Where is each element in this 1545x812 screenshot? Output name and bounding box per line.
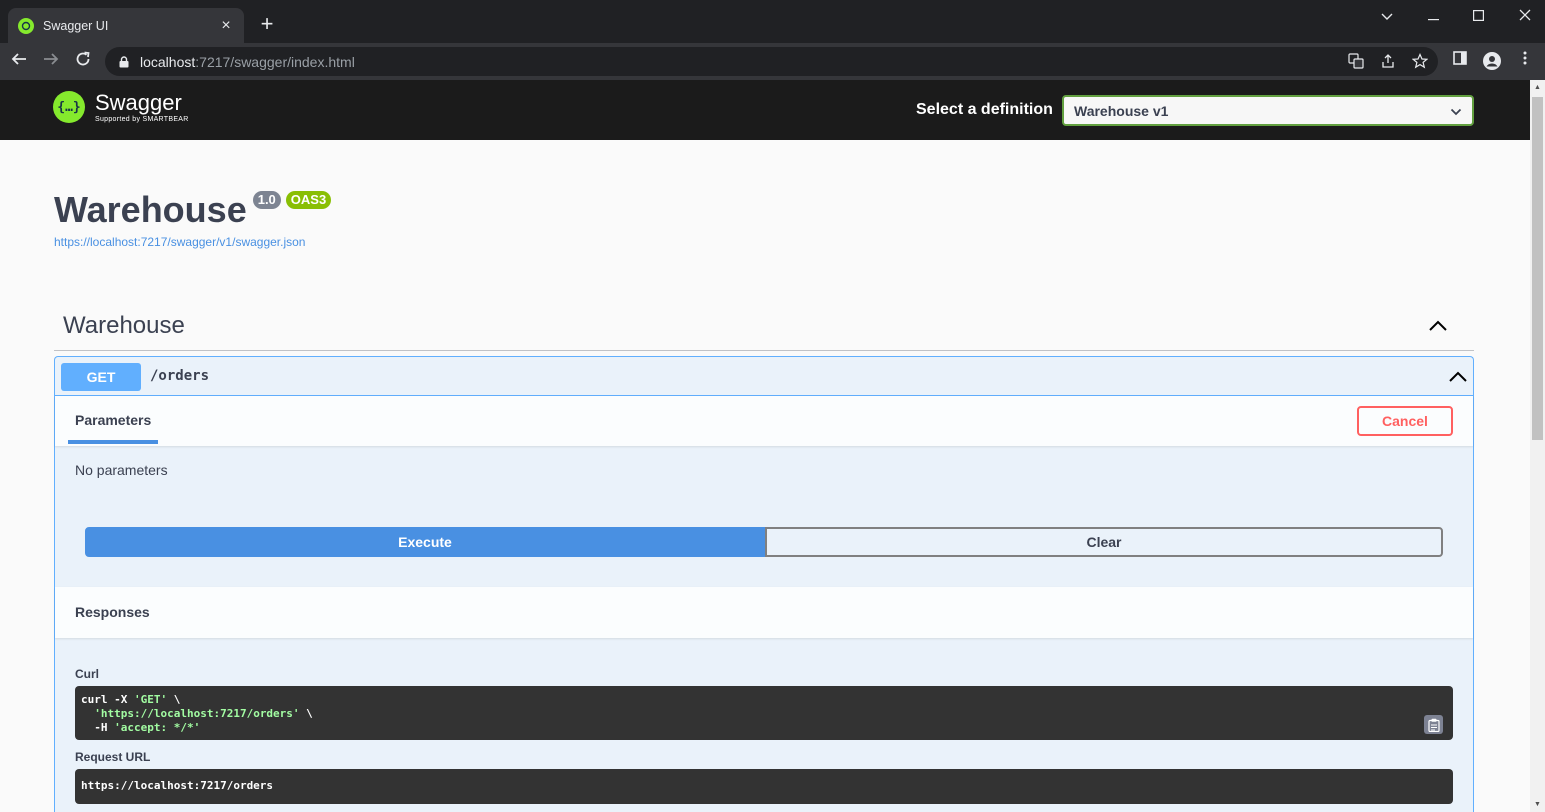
url-host: localhost <box>140 53 196 70</box>
oas-badge: OAS3 <box>285 191 332 209</box>
spec-url-link[interactable]: https://localhost:7217/swagger/v1/swagge… <box>54 235 305 249</box>
swagger-topbar: {…} Swagger Supported by SMARTBEAR Selec… <box>0 80 1530 140</box>
request-url-label: Request URL <box>75 750 151 764</box>
scroll-down-icon[interactable]: ▼ <box>1530 797 1545 812</box>
api-title-text: Warehouse <box>54 189 247 230</box>
no-parameters-text: No parameters <box>75 462 168 478</box>
side-panel-icon[interactable] <box>1450 51 1470 71</box>
brand-name: Swagger <box>95 90 182 115</box>
browser-tabstrip: Swagger UI × + <box>0 0 1545 43</box>
browser-toolbar: localhost:7217/swagger/index.html <box>0 43 1545 80</box>
definition-select[interactable]: Warehouse v1 <box>1062 95 1474 126</box>
http-method-badge: GET <box>61 363 141 391</box>
request-url-text: https://localhost:7217/orders <box>81 779 274 792</box>
execute-wrapper: Execute Clear <box>85 527 1443 557</box>
minimize-icon[interactable] <box>1418 6 1448 26</box>
opblock-summary[interactable]: GET /orders <box>55 357 1473 396</box>
curl-method-string: 'GET' <box>133 693 168 706</box>
tab-parameters[interactable]: Parameters <box>68 396 159 444</box>
curl-line-continuation: \ <box>299 707 313 720</box>
responses-title: Responses <box>75 604 150 620</box>
swagger-logo-icon: {…} <box>53 91 85 123</box>
scroll-up-icon[interactable]: ▲ <box>1530 80 1545 95</box>
responses-header: Responses <box>55 587 1473 638</box>
curl-header-string: 'accept: */*' <box>114 721 201 734</box>
brand-sub: Supported by SMARTBEAR <box>95 116 189 123</box>
endpoint-path: /orders <box>150 368 210 384</box>
curl-line-continuation: \ <box>167 693 181 706</box>
version-badge: 1.0 <box>252 191 281 209</box>
tag-section-header[interactable]: Warehouse <box>54 304 1474 351</box>
browser-tab[interactable]: Swagger UI × <box>8 8 244 43</box>
clear-button[interactable]: Clear <box>765 527 1443 557</box>
curl-code-block[interactable]: curl -X 'GET' \ 'https://localhost:7217/… <box>75 686 1453 740</box>
address-bar[interactable]: localhost:7217/swagger/index.html <box>105 47 1438 76</box>
browser-menu-icon[interactable] <box>1515 51 1535 71</box>
url-path: :7217/swagger/index.html <box>195 53 355 70</box>
tab-search-icon[interactable] <box>1372 6 1402 26</box>
close-tab-icon[interactable]: × <box>218 17 234 34</box>
opblock-get-orders: GET /orders Parameters Cancel No paramet… <box>54 356 1474 812</box>
parameters-header: Parameters Cancel <box>55 396 1473 446</box>
profile-avatar-icon[interactable] <box>1482 51 1502 71</box>
forward-icon[interactable] <box>39 49 63 73</box>
curl-header-flag: -H <box>94 721 115 734</box>
maximize-icon[interactable] <box>1463 6 1493 26</box>
select-definition-label: Select a definition <box>916 101 1053 118</box>
close-window-icon[interactable] <box>1510 6 1540 26</box>
new-tab-icon[interactable]: + <box>256 13 278 35</box>
curl-command-text: curl -X <box>81 693 134 706</box>
curl-label: Curl <box>75 667 99 681</box>
chevron-up-icon[interactable] <box>1428 316 1448 336</box>
copy-to-clipboard-icon[interactable] <box>1424 715 1443 734</box>
cancel-button[interactable]: Cancel <box>1357 406 1453 436</box>
bookmark-star-icon[interactable] <box>1411 53 1429 71</box>
scrollbar-thumb[interactable] <box>1532 97 1543 440</box>
api-title: Warehouse 1.0 OAS3 <box>54 188 332 232</box>
lock-icon[interactable] <box>117 55 131 69</box>
tab-title: Swagger UI <box>43 18 109 33</box>
share-icon[interactable] <box>1379 53 1397 71</box>
reload-icon[interactable] <box>71 49 95 73</box>
curl-url-string: 'https://localhost:7217/orders' <box>94 707 300 720</box>
definition-select-value: Warehouse v1 <box>1074 102 1169 119</box>
swagger-favicon-icon <box>18 17 34 34</box>
request-url-block[interactable]: https://localhost:7217/orders <box>75 769 1453 804</box>
swagger-logo[interactable]: {…} Swagger Supported by SMARTBEAR <box>53 91 189 131</box>
chevron-up-icon[interactable] <box>1448 367 1468 387</box>
chevron-down-icon <box>1450 103 1462 119</box>
translate-icon[interactable] <box>1347 53 1365 71</box>
execute-button[interactable]: Execute <box>85 527 765 557</box>
tag-name: Warehouse <box>63 312 185 339</box>
page-scrollbar[interactable]: ▲ ▼ <box>1530 80 1545 812</box>
back-icon[interactable] <box>7 49 31 73</box>
